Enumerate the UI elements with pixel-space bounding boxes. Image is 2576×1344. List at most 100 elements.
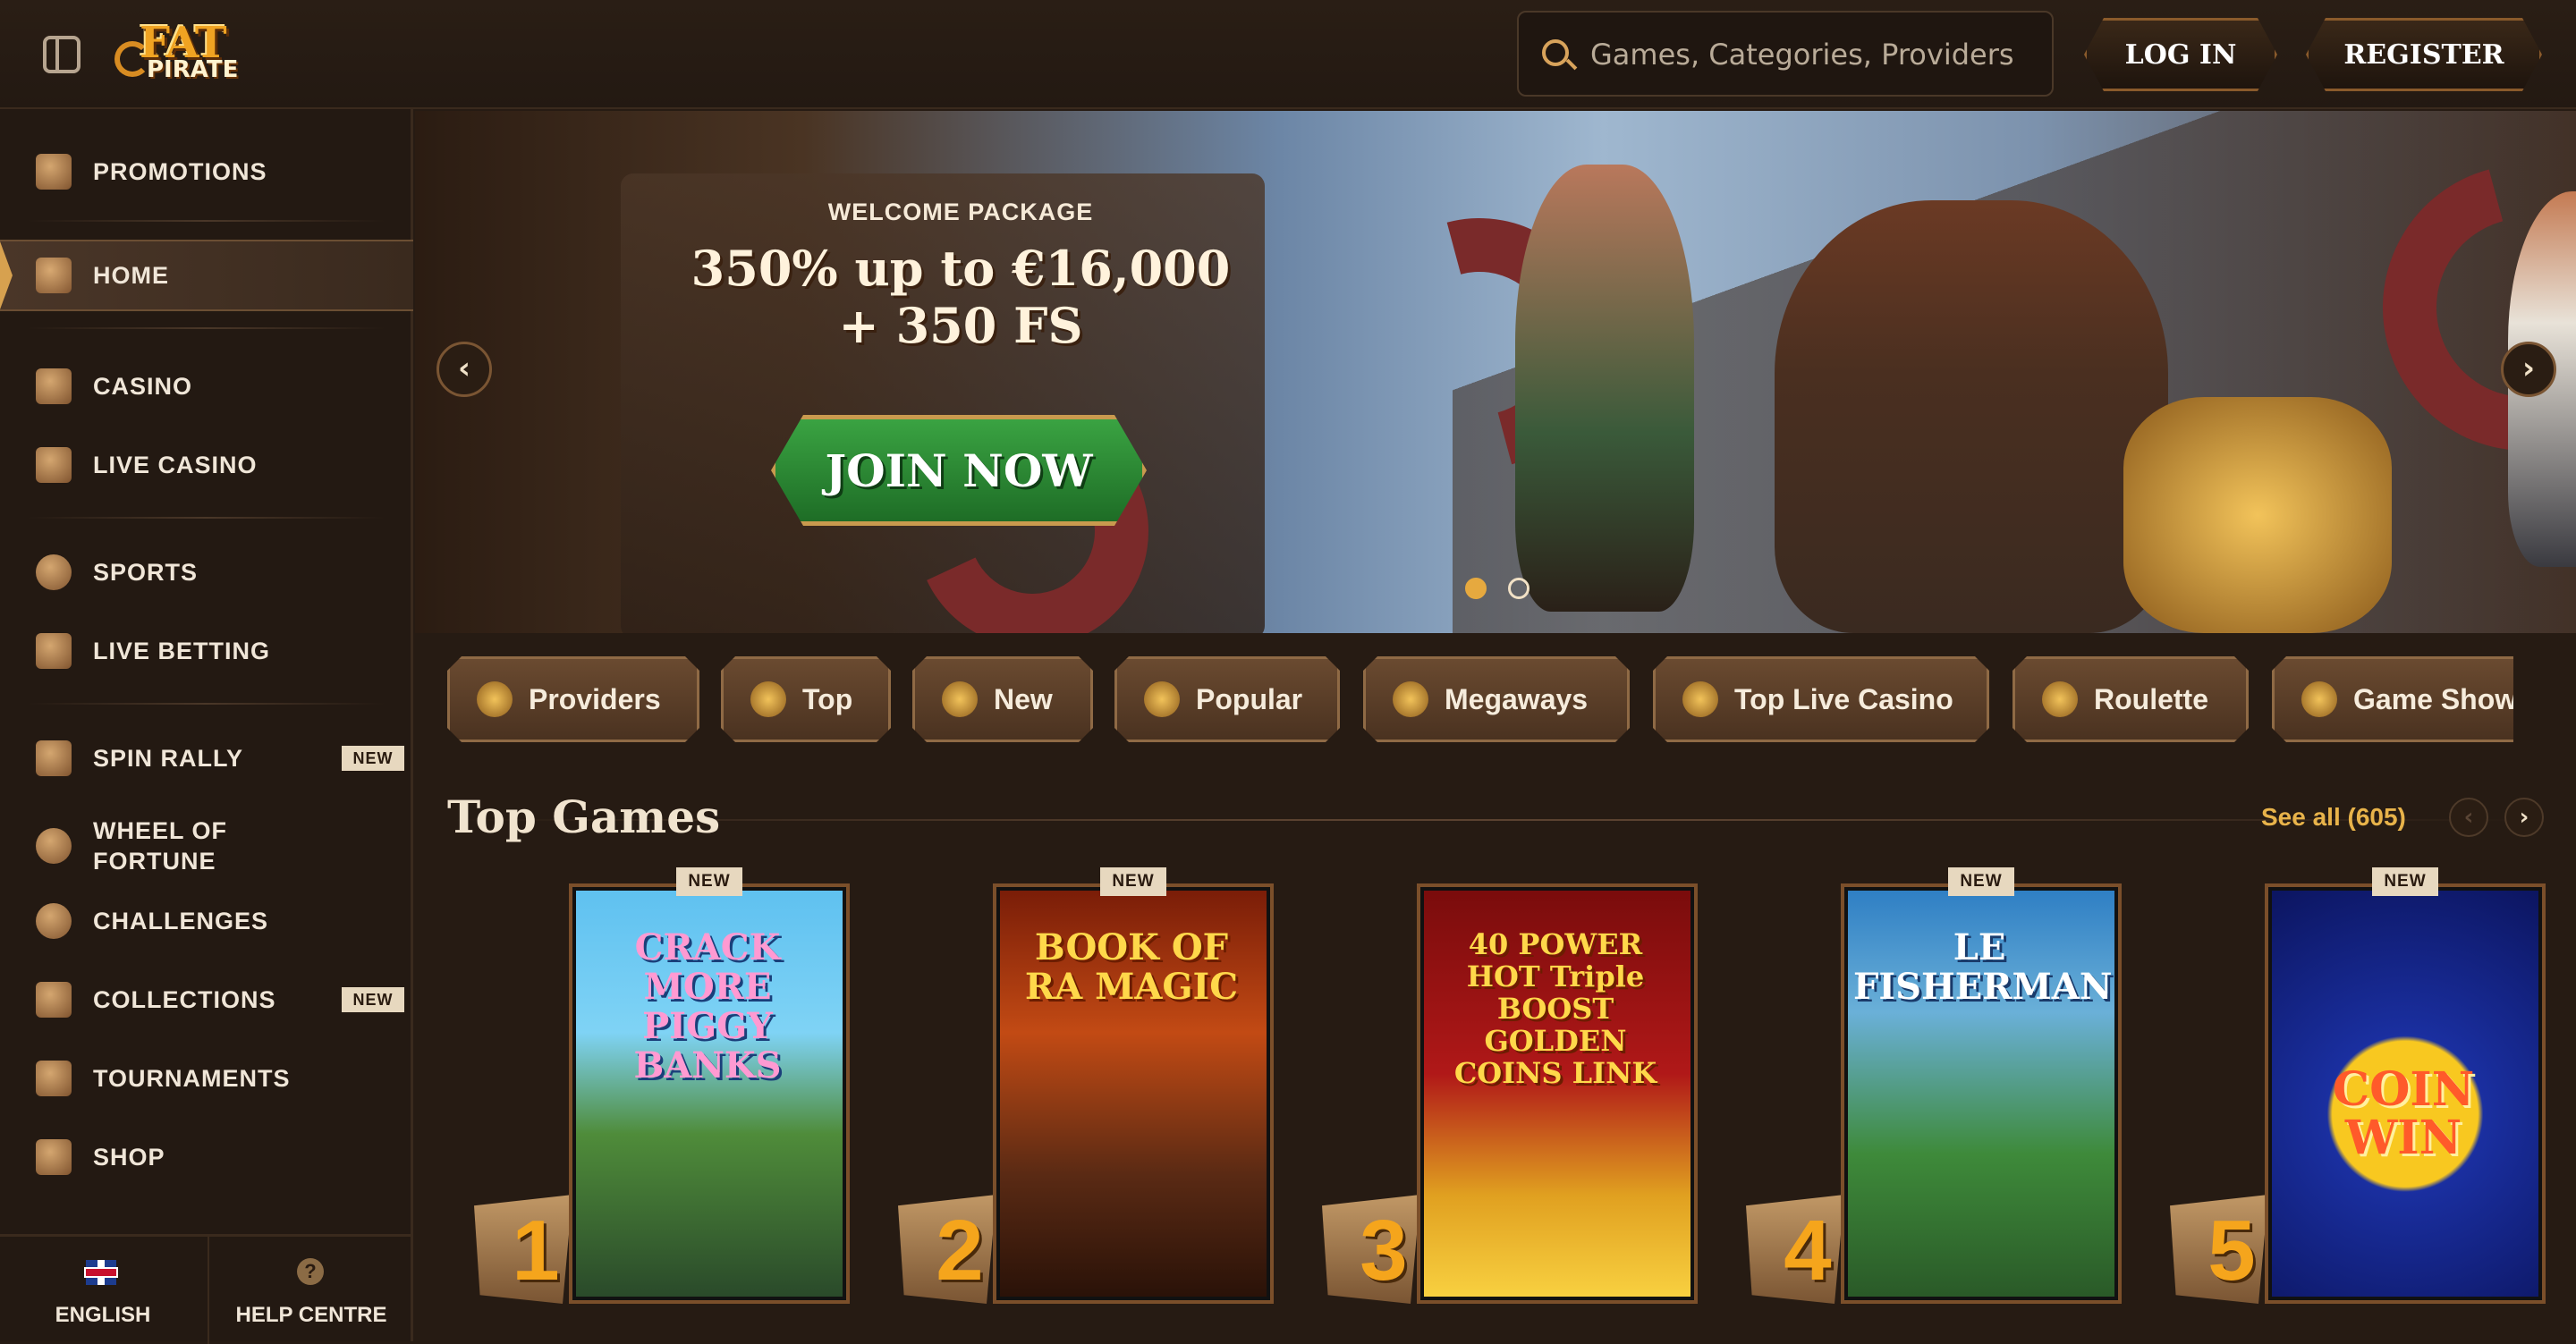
search-icon (1542, 39, 1569, 66)
category-providers[interactable]: Providers (447, 656, 699, 742)
sidebar-item-live-casino[interactable]: LIVE CASINO (0, 429, 413, 501)
new-badge: NEW (1948, 867, 2014, 896)
uk-flag-icon (84, 1260, 118, 1285)
live-icon (36, 633, 72, 669)
providers-icon (477, 681, 513, 717)
divider (27, 517, 385, 519)
sidebar-item-casino[interactable]: CASINO (0, 351, 413, 422)
football-icon (36, 554, 72, 590)
game-card[interactable]: COIN WIN (2265, 883, 2546, 1304)
megaways-icon (1393, 681, 1428, 717)
section-title: Top Games (447, 790, 721, 843)
category-popular[interactable]: Popular (1114, 656, 1340, 742)
fire-icon (1144, 681, 1180, 717)
flag-icon (36, 740, 72, 776)
new-badge: NEW (342, 987, 404, 1012)
pirate-woman-image (1515, 165, 1694, 612)
hero-banner[interactable] (415, 111, 2576, 633)
category-label: Top (802, 682, 853, 715)
chest-icon (36, 154, 72, 190)
sidebar-item-label: LIVE BETTING (93, 638, 271, 664)
hero-prev-arrow-icon[interactable]: ‹ (436, 342, 492, 397)
login-button[interactable]: LOG IN (2084, 18, 2277, 91)
new-badge: NEW (676, 867, 742, 896)
sidebar-item-challenges[interactable]: CHALLENGES (0, 885, 413, 957)
language-label: ENGLISH (55, 1303, 151, 1327)
new-badge: NEW (2372, 867, 2438, 896)
divider (27, 703, 385, 705)
sidebar-item-tournaments[interactable]: TOURNAMENTS (0, 1043, 413, 1114)
sidebar-item-label: LIVE CASINO (93, 452, 258, 478)
language-selector[interactable]: ENGLISH (0, 1237, 206, 1344)
game-title: COIN WIN (2332, 1062, 2475, 1165)
cards-icon (36, 447, 72, 483)
medal-icon (36, 903, 72, 939)
search-input[interactable] (1590, 32, 2038, 77)
sidebar-item-shop[interactable]: SHOP (0, 1121, 413, 1193)
help-icon: ? (297, 1258, 324, 1285)
slide-dot-2[interactable] (1508, 578, 1530, 599)
category-top[interactable]: Top (721, 656, 891, 742)
site-logo[interactable]: FAT PIRATE (114, 21, 258, 88)
logo-text-bottom: PIRATE (147, 56, 239, 83)
category-label: Megaways (1445, 682, 1589, 715)
category-new[interactable]: New (912, 656, 1093, 742)
game-title: CRACK MORE PIGGY BANKS (633, 926, 782, 1086)
sidebar-item-label: CASINO (93, 373, 193, 400)
trophy-icon (36, 1061, 72, 1096)
sidebar-item-live-betting[interactable]: LIVE BETTING (0, 615, 413, 687)
torch-icon (1682, 681, 1718, 717)
category-bar: Providers Top New Popular Megaways Top L… (447, 656, 2513, 744)
star-icon (750, 681, 786, 717)
sidebar-item-home[interactable]: HOME (0, 240, 413, 311)
hero-next-arrow-icon[interactable]: › (2501, 342, 2556, 397)
sidebar-item-promotions[interactable]: PROMOTIONS (0, 136, 413, 207)
divider (27, 327, 385, 329)
sidebar-item-wheel-of-fortune[interactable]: WHEEL OF FORTUNE (0, 801, 413, 891)
search-box[interactable] (1517, 11, 2054, 97)
category-top-live-casino[interactable]: Top Live Casino (1653, 656, 1989, 742)
game-card[interactable]: CRACK MORE PIGGY BANKS (569, 883, 850, 1304)
sidebar-item-collections[interactable]: COLLECTIONS NEW (0, 964, 413, 1035)
game-card[interactable]: 40 POWER HOT Triple BOOST GOLDEN COINS L… (1417, 883, 1698, 1304)
game-title: 40 POWER HOT Triple BOOST GOLDEN COINS L… (1453, 927, 1657, 1090)
sidebar-item-label: COLLECTIONS (93, 986, 276, 1013)
category-megaways[interactable]: Megaways (1363, 656, 1630, 742)
game-title: LE FISHERMAN (1853, 926, 2113, 1008)
pirate-captain-image (1775, 200, 2168, 633)
category-label: Providers (529, 682, 661, 715)
sidebar-item-label: TOURNAMENTS (93, 1065, 291, 1092)
category-label: Top Live Casino (1734, 682, 1953, 715)
game-card[interactable]: LE FISHERMAN (1841, 883, 2122, 1304)
games-next-arrow-icon[interactable]: › (2504, 798, 2544, 837)
sidebar-item-sports[interactable]: SPORTS (0, 537, 413, 608)
category-label: New (994, 682, 1053, 715)
slide-dot-1[interactable] (1465, 578, 1487, 599)
gold-coins-image (2123, 397, 2392, 633)
cards-collection-icon (36, 982, 72, 1018)
category-game-show[interactable]: Game Show (2272, 656, 2513, 742)
category-roulette[interactable]: Roulette (2012, 656, 2249, 742)
sidebar-item-label: PROMOTIONS (93, 158, 267, 185)
sidebar-item-label: CHALLENGES (93, 908, 269, 934)
sidebar-toggle-icon[interactable] (43, 36, 80, 73)
sidebar-item-spin-rally[interactable]: SPIN RALLY NEW (0, 723, 413, 794)
help-label: HELP CENTRE (235, 1303, 387, 1327)
see-all-link[interactable]: See all (605) (2261, 803, 2406, 832)
help-centre-link[interactable]: ? HELP CENTRE (208, 1237, 413, 1344)
sidebar-item-label: WHEEL OF FORTUNE (93, 817, 228, 875)
hero-bonus-text: 350% up to €16,000 + 350 FS (415, 240, 1506, 354)
hero-eyebrow: WELCOME PACKAGE (827, 199, 1094, 225)
join-now-button[interactable]: JOIN NOW (771, 415, 1147, 526)
new-badge: NEW (342, 746, 404, 771)
game-card[interactable]: BOOK OF RA MAGIC (993, 883, 1274, 1304)
hero-bonus-line-2: + 350 FS (838, 297, 1083, 354)
register-button[interactable]: REGISTER (2306, 18, 2542, 91)
home-icon (36, 258, 72, 293)
games-prev-arrow-icon[interactable]: ‹ (2449, 798, 2488, 837)
sidebar-item-label: SPIN RALLY (93, 745, 244, 772)
divider (27, 220, 385, 222)
wheel-icon (36, 828, 72, 864)
roulette-icon (2042, 681, 2078, 717)
slot-machine-icon (36, 368, 72, 404)
